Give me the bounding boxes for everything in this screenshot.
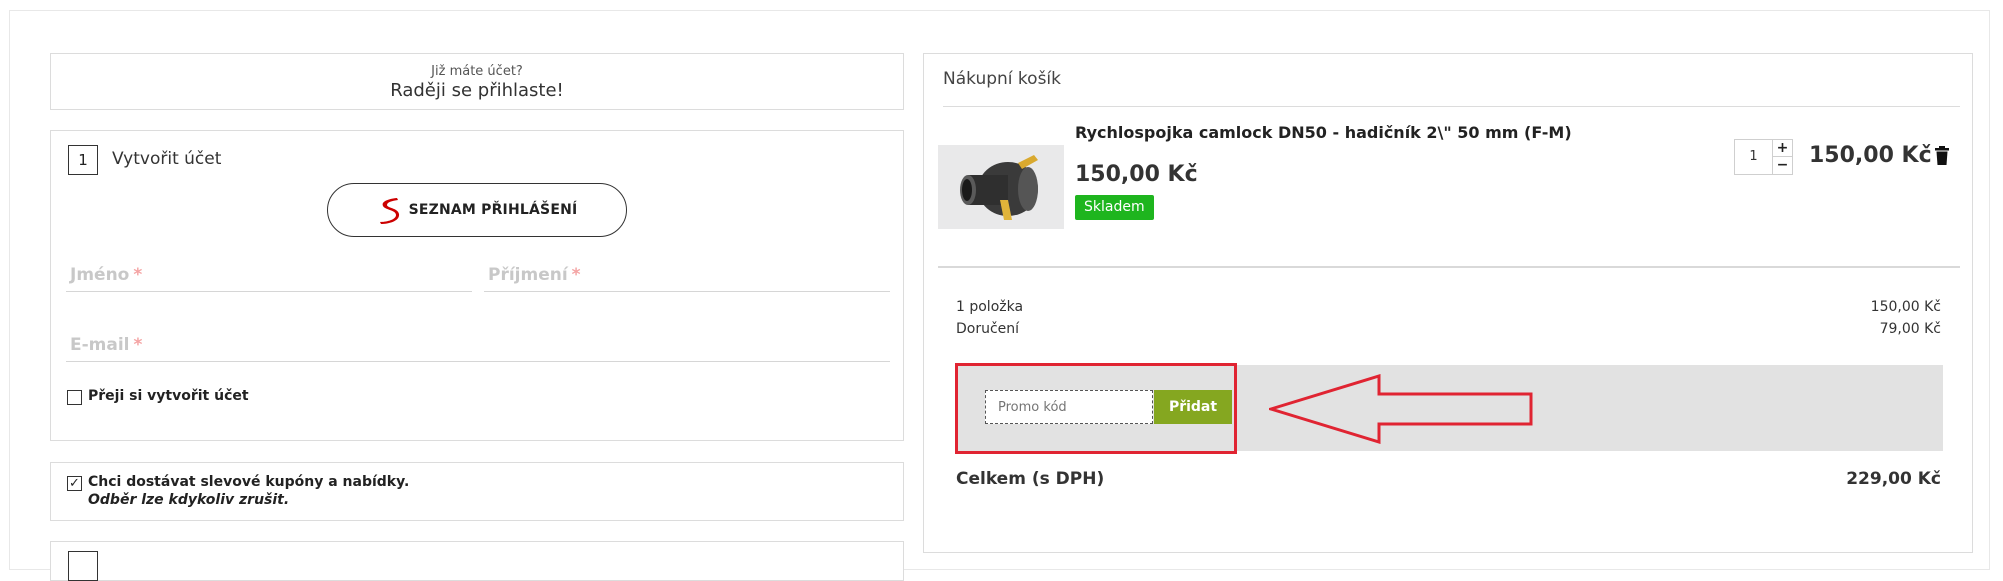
step-number: 1 — [68, 145, 98, 175]
trash-icon[interactable] — [1934, 146, 1950, 166]
create-account-checkbox[interactable] — [67, 390, 82, 405]
total-value: 229,00 Kč — [1846, 469, 1941, 489]
product-name[interactable]: Rychlospojka camlock DN50 - hadičník 2\"… — [1075, 123, 1572, 142]
section-title: Vytvořit účet — [112, 149, 222, 169]
annotation-arrow-icon — [1269, 374, 1533, 444]
next-step-number — [68, 551, 98, 581]
divider — [938, 266, 1960, 268]
quantity-increase-button[interactable]: + — [1772, 140, 1792, 157]
login-link[interactable]: Raději se přihlaste! — [51, 80, 903, 102]
seznam-login-button[interactable]: SEZNAM PŘIHLÁŠENÍ — [327, 183, 627, 237]
first-name-label: Jméno * — [70, 265, 143, 285]
last-name-field[interactable]: Příjmení * — [484, 254, 890, 292]
product-unit-price: 150,00 Kč — [1075, 162, 1198, 187]
login-prompt-box[interactable]: Již máte účet? Raději se přihlaste! — [50, 53, 904, 110]
total-label: Celkem (s DPH) — [956, 469, 1105, 489]
product-image[interactable] — [938, 145, 1064, 229]
newsletter-checkbox[interactable]: ✓ — [67, 476, 82, 491]
seznam-button-label: SEZNAM PŘIHLÁŠENÍ — [408, 202, 578, 218]
first-name-field[interactable]: Jméno * — [66, 254, 472, 292]
create-account-checkbox-label[interactable]: Přeji si vytvořit účet — [88, 388, 249, 404]
email-label: E-mail * — [70, 335, 143, 355]
newsletter-sublabel: Odběr lze kdykoliv zrušit. — [88, 492, 290, 508]
newsletter-section: ✓ Chci dostávat slevové kupóny a nabídky… — [50, 462, 904, 521]
line-total: 150,00 Kč — [1809, 143, 1932, 168]
login-prompt-text: Již máte účet? — [431, 64, 523, 79]
annotation-highlight-box — [955, 363, 1237, 454]
shopping-cart: Nákupní košík Rychlospojka camlock DN50 … — [923, 53, 1973, 553]
quantity-stepper[interactable]: 1 + − — [1734, 139, 1793, 175]
items-subtotal: 150,00 Kč — [1870, 299, 1941, 315]
create-account-section: 1 Vytvořit účet SEZNAM PŘIHLÁŠENÍ Jméno *… — [50, 130, 904, 441]
last-name-label: Příjmení * — [488, 265, 581, 285]
stock-badge: Skladem — [1075, 195, 1154, 220]
newsletter-checkbox-label[interactable]: Chci dostávat slevové kupóny a nabídky. — [88, 474, 409, 490]
delivery-label: Doručení — [956, 321, 1020, 337]
quantity-input[interactable]: 1 — [1735, 140, 1772, 174]
divider — [943, 106, 1960, 107]
email-field[interactable]: E-mail * — [66, 324, 890, 362]
cart-title: Nákupní košík — [943, 69, 1061, 89]
seznam-logo-icon — [379, 198, 399, 224]
delivery-cost: 79,00 Kč — [1879, 321, 1941, 337]
checkout-page: Již máte účet? Raději se přihlaste! 1 Vy… — [9, 10, 1990, 581]
items-count-label: 1 položka — [956, 299, 1024, 315]
next-step-section — [50, 541, 904, 581]
quantity-decrease-button[interactable]: − — [1772, 157, 1792, 174]
